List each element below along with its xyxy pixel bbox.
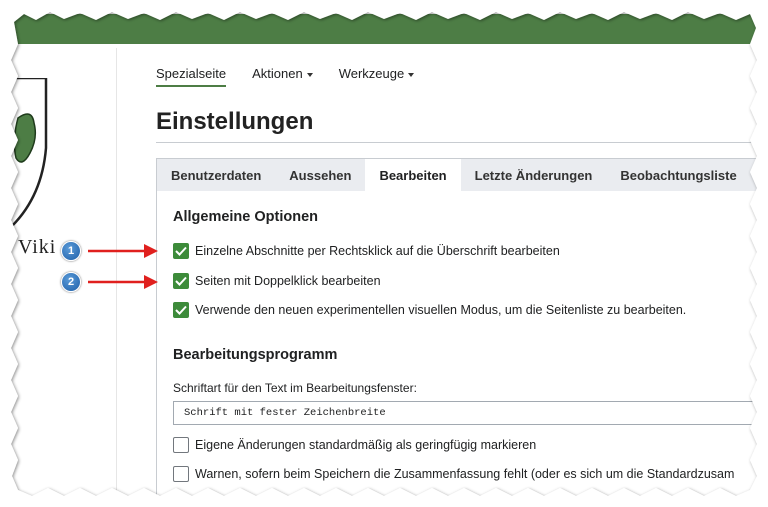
option-mark-minor[interactable]: Eigene Änderungen standardmäßig als geri… [173,437,536,453]
chevron-down-icon [408,72,415,77]
option-section-edit-rightclick[interactable]: Einzelne Abschnitte per Rechtsklick auf … [173,243,560,259]
option-label: Verwende den neuen experimentellen visue… [195,303,687,317]
editor-font-select[interactable]: Schrift mit fester Zeichenbreite [173,401,759,425]
checkbox[interactable] [173,466,189,482]
chevron-down-icon [306,72,313,77]
callout-badge-2: 2 [61,272,81,292]
callout-arrow-1 [88,244,158,258]
checkbox[interactable] [173,302,189,318]
option-label: Seiten mit Doppelklick bearbeiten [195,274,381,288]
tab-watchlist[interactable]: Beobachtungsliste [606,159,750,191]
option-label: Warnen, sofern beim Speichern die Zusamm… [195,467,735,481]
checkmark-icon [175,276,187,286]
nav-tools-menu[interactable]: Werkzeuge [339,66,415,87]
wiki-logo-icon[interactable] [12,78,52,228]
checkmark-icon [175,305,187,315]
checkbox[interactable] [173,437,189,453]
option-doubleclick-edit[interactable]: Seiten mit Doppelklick bearbeiten [173,273,381,289]
page-title: Einstellungen [156,108,756,143]
tab-editing[interactable]: Bearbeiten [365,159,461,191]
preferences-panel: Benutzerdaten Aussehen Bearbeiten Letzte… [156,158,759,499]
page-actions-nav: Spezialseite Aktionen Werkzeuge [156,66,415,87]
site-header-band [12,14,756,48]
wiki-logo-text[interactable]: Viki [18,236,56,259]
editor-font-label: Schriftart für den Text im Bearbeitungsf… [173,381,417,395]
checkbox[interactable] [173,273,189,289]
tab-user-profile[interactable]: Benutzerdaten [157,159,275,191]
nav-tools-label: Werkzeuge [338,66,405,81]
option-label: Einzelne Abschnitte per Rechtsklick auf … [195,244,560,258]
callout-badge-1: 1 [61,241,81,261]
checkmark-icon [175,246,187,256]
option-label: Eigene Änderungen standardmäßig als geri… [195,438,537,452]
nav-special-page[interactable]: Spezialseite [156,66,227,87]
nav-actions-menu[interactable]: Aktionen [252,66,313,87]
preferences-tabs: Benutzerdaten Aussehen Bearbeiten Letzte… [157,159,759,191]
tab-recent-changes[interactable]: Letzte Änderungen [461,159,607,191]
general-options-heading: Allgemeine Optionen [173,209,319,225]
sidebar: Viki [12,48,117,496]
checkbox[interactable] [173,243,189,259]
option-warn-empty-summary[interactable]: Warnen, sofern beim Speichern die Zusamm… [173,466,734,482]
editor-heading: Bearbeitungsprogramm [173,347,338,363]
callout-arrow-2 [88,275,158,289]
nav-actions-label: Aktionen [252,66,303,81]
tab-appearance[interactable]: Aussehen [275,159,365,191]
option-visual-mode[interactable]: Verwende den neuen experimentellen visue… [173,302,686,318]
